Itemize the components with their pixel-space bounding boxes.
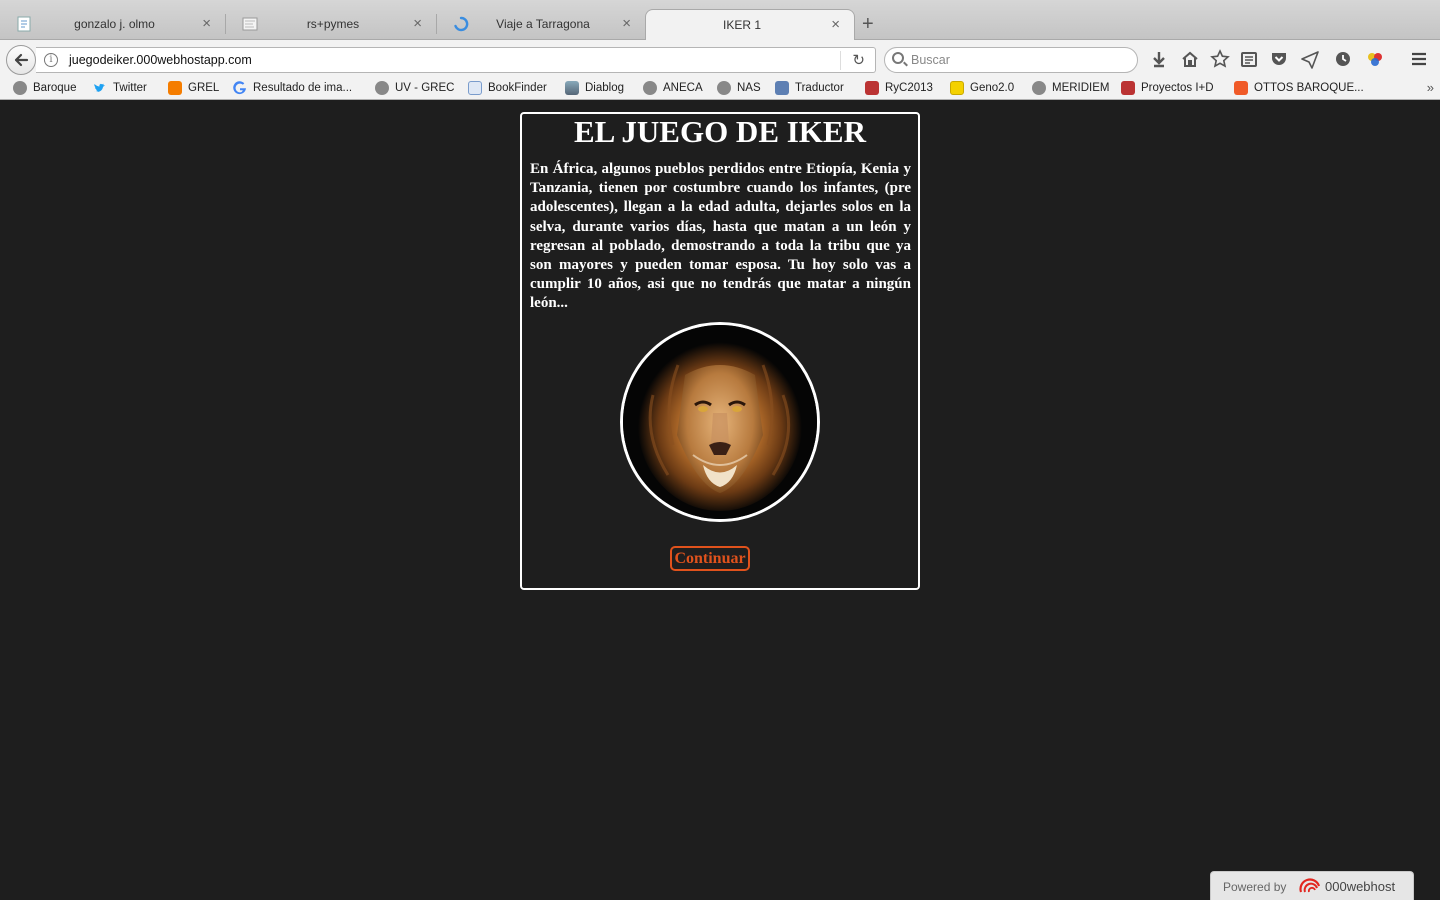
bookmark-label: Diablog bbox=[585, 82, 624, 94]
search-icon bbox=[892, 52, 904, 64]
bookmark-label: MERIDIEM bbox=[1052, 82, 1110, 94]
url-text[interactable]: juegodeiker.000webhostapp.com bbox=[69, 53, 252, 67]
send-icon[interactable] bbox=[1300, 49, 1320, 69]
bookmark-baroque[interactable]: Baroque bbox=[13, 81, 76, 97]
tab-title: gonzalo j. olmo bbox=[74, 17, 155, 31]
bookmark-label: NAS bbox=[737, 82, 761, 94]
bookmark-label: Baroque bbox=[33, 82, 77, 94]
translate-icon bbox=[775, 81, 789, 95]
orange-page-icon bbox=[1234, 81, 1248, 95]
twitter-bird-icon bbox=[94, 83, 105, 92]
game-panel: EL JUEGO DE IKER En África, algunos pueb… bbox=[520, 112, 920, 590]
powered-label: Powered by bbox=[1223, 880, 1287, 894]
webhost-logo-icon bbox=[1299, 878, 1321, 893]
pocket-icon[interactable] bbox=[1269, 49, 1289, 69]
google-g-icon bbox=[233, 81, 246, 95]
lion-image bbox=[620, 322, 820, 522]
powered-by-badge[interactable]: Powered by 000webhost bbox=[1210, 871, 1414, 900]
loading-spinner-icon bbox=[454, 16, 469, 32]
bookmark-uv-grec[interactable]: UV - GREC bbox=[375, 81, 454, 97]
menu-icon[interactable] bbox=[1409, 49, 1429, 69]
tab-bar: gonzalo j. olmo × rs+pymes × Viaje a Tar… bbox=[0, 0, 1440, 40]
extension-icon[interactable] bbox=[1365, 49, 1385, 69]
bookmark-nas[interactable]: NAS bbox=[717, 81, 761, 97]
bookmark-diablog[interactable]: Diablog bbox=[565, 81, 624, 97]
bookmark-meridiem[interactable]: MERIDIEM bbox=[1032, 81, 1110, 97]
navigation-bar: i juegodeiker.000webhostapp.com ↻ Buscar bbox=[0, 40, 1440, 78]
history-icon[interactable] bbox=[1333, 49, 1353, 69]
globe-icon bbox=[717, 81, 731, 95]
bookmark-label: Proyectos I+D bbox=[1141, 82, 1214, 94]
home-icon[interactable] bbox=[1180, 49, 1200, 69]
download-icon[interactable] bbox=[1149, 49, 1169, 69]
search-bar[interactable]: Buscar bbox=[884, 47, 1138, 73]
bookmark-proyectos[interactable]: Proyectos I+D bbox=[1121, 81, 1214, 97]
bookmark-geno[interactable]: Geno2.0 bbox=[950, 81, 1014, 97]
tab-title: rs+pymes bbox=[306, 17, 360, 31]
star-icon[interactable] bbox=[1210, 49, 1230, 69]
globe-icon bbox=[643, 81, 657, 95]
bookfinder-icon bbox=[468, 81, 482, 95]
globe-icon bbox=[1032, 81, 1046, 95]
chevron-double-right-icon[interactable]: » bbox=[1427, 80, 1434, 95]
bookmark-label: Traductor bbox=[795, 82, 844, 94]
close-icon[interactable]: × bbox=[622, 15, 631, 32]
close-icon[interactable]: × bbox=[831, 16, 840, 33]
close-icon[interactable]: × bbox=[413, 15, 422, 32]
info-icon[interactable]: i bbox=[44, 53, 58, 67]
bookmark-aneca[interactable]: ANECA bbox=[643, 81, 703, 97]
bookmark-ryc2013[interactable]: RyC2013 bbox=[865, 81, 933, 97]
bookmark-label: Resultado de ima... bbox=[253, 82, 353, 94]
geno-icon bbox=[950, 81, 964, 95]
powered-brand: 000webhost bbox=[1325, 879, 1396, 894]
reading-list-icon[interactable] bbox=[1239, 49, 1259, 69]
bookmark-twitter[interactable]: Twitter bbox=[93, 81, 147, 97]
back-button[interactable] bbox=[6, 45, 36, 75]
bookmark-resultado[interactable]: Resultado de ima... bbox=[233, 81, 352, 97]
bookmark-label: OTTOS BAROQUE... bbox=[1254, 82, 1364, 94]
continue-button[interactable]: Continuar bbox=[670, 546, 750, 571]
bookmark-grel[interactable]: GREL bbox=[168, 81, 219, 97]
new-tab-button[interactable]: + bbox=[862, 13, 874, 36]
ministry-crest-icon bbox=[865, 81, 879, 95]
url-bar[interactable]: i juegodeiker.000webhostapp.com ↻ bbox=[36, 47, 876, 73]
globe-icon bbox=[13, 81, 27, 95]
image-icon bbox=[565, 81, 579, 95]
bookmark-label: Twitter bbox=[113, 82, 147, 94]
tab-title: Viaje a Tarragona bbox=[496, 17, 590, 31]
tab-viaje-tarragona[interactable]: Viaje a Tarragona × bbox=[437, 9, 645, 40]
bookmark-label: BookFinder bbox=[488, 82, 547, 94]
thumbnail-icon bbox=[242, 17, 258, 31]
reload-icon[interactable]: ↻ bbox=[852, 51, 865, 69]
ministry-crest-icon bbox=[1121, 81, 1135, 95]
tab-iker-1[interactable]: IKER 1 × bbox=[645, 9, 855, 40]
bookmark-label: ANECA bbox=[663, 82, 703, 94]
lion-face-icon bbox=[623, 325, 817, 519]
arrow-left-icon bbox=[14, 53, 29, 67]
url-divider bbox=[840, 51, 841, 70]
tab-rs-pymes[interactable]: rs+pymes × bbox=[226, 9, 436, 40]
intro-text: En África, algunos pueblos perdidos entr… bbox=[530, 161, 911, 312]
tab-gonzalo[interactable]: gonzalo j. olmo × bbox=[0, 9, 225, 40]
bookmark-label: GREL bbox=[188, 82, 220, 94]
page-title: EL JUEGO DE IKER bbox=[574, 114, 866, 149]
search-placeholder[interactable]: Buscar bbox=[911, 53, 950, 67]
page-icon bbox=[17, 16, 31, 32]
close-icon[interactable]: × bbox=[202, 15, 211, 32]
bookmark-bookfinder[interactable]: BookFinder bbox=[468, 81, 547, 97]
blogger-icon bbox=[168, 81, 182, 95]
bookmark-ottos[interactable]: OTTOS BAROQUE... bbox=[1234, 81, 1364, 97]
bookmark-traductor[interactable]: Traductor bbox=[775, 81, 844, 97]
bookmarks-bar: Baroque Twitter GREL Resultado de ima...… bbox=[0, 78, 1440, 100]
bookmark-label: Geno2.0 bbox=[970, 82, 1015, 94]
globe-icon bbox=[375, 81, 389, 95]
tab-title: IKER 1 bbox=[722, 18, 761, 32]
bookmark-label: RyC2013 bbox=[885, 82, 933, 94]
bookmark-label: UV - GREC bbox=[395, 82, 455, 94]
